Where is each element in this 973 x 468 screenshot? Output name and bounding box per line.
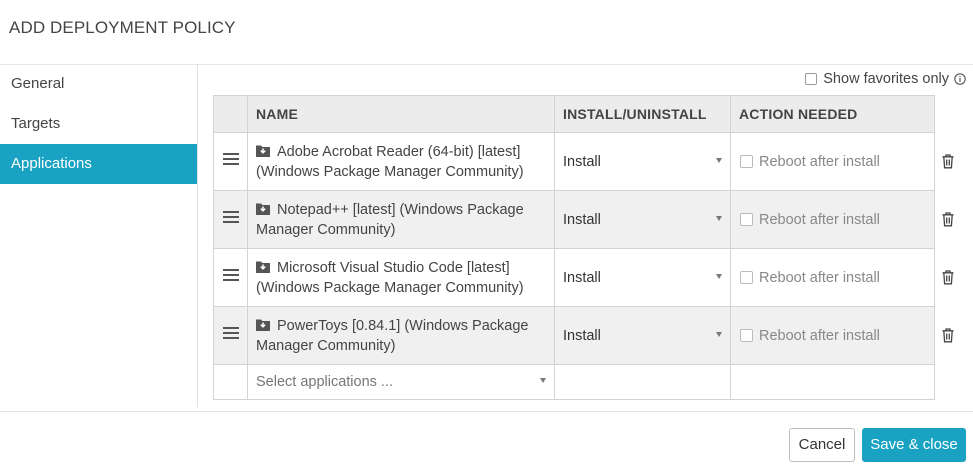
reboot-checkbox[interactable] xyxy=(740,270,753,284)
table-row: Adobe Acrobat Reader (64-bit) [latest] (… xyxy=(213,132,935,191)
reboot-checkbox[interactable] xyxy=(740,212,753,226)
download-package-icon xyxy=(256,203,270,215)
drag-handle[interactable] xyxy=(213,306,248,365)
download-package-icon xyxy=(256,261,270,273)
reboot-checkbox[interactable] xyxy=(740,154,753,168)
app-name-cell: Notepad++ [latest] (Windows Package Mana… xyxy=(247,190,555,249)
table-row: PowerToys [0.84.1] (Windows Package Mana… xyxy=(213,306,935,365)
drag-handle-icon[interactable] xyxy=(222,266,239,284)
sidebar-item-targets[interactable]: Targets xyxy=(0,104,197,144)
drag-handle-icon[interactable] xyxy=(222,208,239,226)
install-mode-value: Install xyxy=(563,153,601,170)
dialog-title: ADD DEPLOYMENT POLICY xyxy=(9,18,236,37)
install-mode-value: Install xyxy=(563,211,601,228)
action-needed-cell: Reboot after install xyxy=(730,190,935,249)
app-name: Notepad++ [latest] (Windows Package Mana… xyxy=(256,201,524,238)
drag-handle-icon[interactable] xyxy=(222,324,239,342)
trash-icon[interactable] xyxy=(942,212,954,227)
footer-divider xyxy=(0,411,973,412)
caret-down-icon[interactable] xyxy=(716,273,722,279)
app-name-cell: Microsoft Visual Studio Code [latest] (W… xyxy=(247,248,555,307)
select-applications-placeholder: Select applications ... xyxy=(256,374,394,390)
reboot-label: Reboot after install xyxy=(759,327,880,344)
reboot-label: Reboot after install xyxy=(759,211,880,228)
add-row-action-cell xyxy=(730,364,935,400)
drag-handle[interactable] xyxy=(213,132,248,191)
install-mode-select[interactable]: Install xyxy=(554,132,731,191)
caret-down-icon[interactable] xyxy=(716,331,722,337)
app-name-cell: Adobe Acrobat Reader (64-bit) [latest] (… xyxy=(247,132,555,191)
table-header-row: NAME INSTALL/UNINSTALL ACTION NEEDED xyxy=(213,95,935,133)
caret-down-icon[interactable] xyxy=(716,157,722,163)
drag-handle[interactable] xyxy=(213,190,248,249)
column-header-install[interactable]: INSTALL/UNINSTALL xyxy=(554,95,731,133)
caret-down-icon[interactable] xyxy=(540,378,546,383)
table-row: Microsoft Visual Studio Code [latest] (W… xyxy=(213,248,935,307)
cancel-button[interactable]: Cancel xyxy=(789,428,855,462)
sidebar: General Targets Applications xyxy=(0,64,198,407)
app-name-cell: PowerToys [0.84.1] (Windows Package Mana… xyxy=(247,306,555,365)
save-and-close-button[interactable]: Save & close xyxy=(862,428,966,462)
show-favorites-label: Show favorites only xyxy=(823,71,949,87)
info-icon[interactable] xyxy=(954,73,966,85)
reboot-checkbox[interactable] xyxy=(740,328,753,342)
app-name: Microsoft Visual Studio Code [latest] (W… xyxy=(256,259,524,296)
reboot-label: Reboot after install xyxy=(759,153,880,170)
add-row-install-cell xyxy=(554,364,731,400)
trash-icon[interactable] xyxy=(942,270,954,285)
action-needed-cell: Reboot after install xyxy=(730,132,935,191)
install-mode-value: Install xyxy=(563,269,601,286)
action-needed-cell: Reboot after install xyxy=(730,248,935,307)
header-handle-cell xyxy=(213,95,248,133)
sidebar-item-applications[interactable]: Applications xyxy=(0,144,197,184)
add-row-handle-cell xyxy=(213,364,248,400)
reboot-label: Reboot after install xyxy=(759,269,880,286)
trash-icon[interactable] xyxy=(942,328,954,343)
app-name: PowerToys [0.84.1] (Windows Package Mana… xyxy=(256,317,529,354)
select-applications-dropdown[interactable]: Select applications ... xyxy=(247,364,555,400)
app-name: Adobe Acrobat Reader (64-bit) [latest] (… xyxy=(256,143,524,180)
sidebar-item-general[interactable]: General xyxy=(0,64,197,104)
install-mode-value: Install xyxy=(563,327,601,344)
trash-icon[interactable] xyxy=(942,154,954,169)
install-mode-select[interactable]: Install xyxy=(554,248,731,307)
action-needed-cell: Reboot after install xyxy=(730,306,935,365)
drag-handle-icon[interactable] xyxy=(222,150,239,168)
table-row: Notepad++ [latest] (Windows Package Mana… xyxy=(213,190,935,249)
show-favorites-checkbox[interactable] xyxy=(805,73,818,85)
applications-table: NAME INSTALL/UNINSTALL ACTION NEEDED Ado… xyxy=(213,95,935,400)
show-favorites-toggle[interactable]: Show favorites only xyxy=(805,70,966,88)
caret-down-icon[interactable] xyxy=(716,215,722,221)
column-header-name[interactable]: NAME xyxy=(247,95,555,133)
add-application-row: Select applications ... xyxy=(213,364,935,400)
install-mode-select[interactable]: Install xyxy=(554,190,731,249)
install-mode-select[interactable]: Install xyxy=(554,306,731,365)
download-package-icon xyxy=(256,319,270,331)
drag-handle[interactable] xyxy=(213,248,248,307)
download-package-icon xyxy=(256,145,270,157)
column-header-action[interactable]: ACTION NEEDED xyxy=(730,95,935,133)
